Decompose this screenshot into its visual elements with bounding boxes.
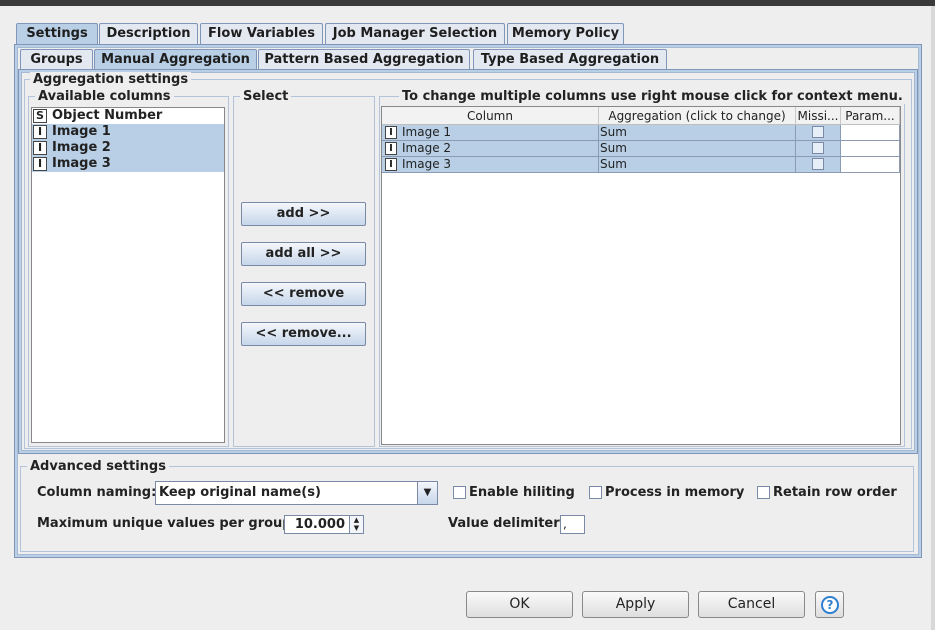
aggregation-cell[interactable]: Sum bbox=[599, 125, 796, 141]
table-row[interactable]: I Image 1 Sum bbox=[382, 125, 900, 141]
retain-row-order-label[interactable]: Retain row order bbox=[773, 485, 897, 501]
available-columns-list[interactable]: S Object Number I Image 1 I Image 2 I Im… bbox=[31, 107, 225, 443]
image-type-icon: I bbox=[385, 158, 397, 171]
parameter-header[interactable]: Param... bbox=[841, 107, 900, 125]
available-columns-title: Available columns bbox=[35, 89, 174, 104]
window-titlebar bbox=[0, 0, 935, 6]
image-type-icon: I bbox=[33, 125, 47, 139]
list-item[interactable]: I Image 2 bbox=[32, 140, 224, 156]
add-all-button[interactable]: add all >> bbox=[241, 242, 366, 266]
tab-flow-variables[interactable]: Flow Variables bbox=[200, 23, 323, 45]
table-row[interactable]: I Image 3 Sum bbox=[382, 157, 900, 173]
column-cell-text: Image 2 bbox=[402, 141, 452, 155]
image-type-icon: I bbox=[385, 126, 397, 139]
tab-groups[interactable]: Groups bbox=[20, 49, 93, 71]
missing-checkbox[interactable] bbox=[812, 142, 824, 154]
missing-checkbox[interactable] bbox=[812, 158, 824, 170]
tab-manual-aggregation[interactable]: Manual Aggregation bbox=[94, 49, 257, 71]
select-title: Select bbox=[240, 89, 292, 104]
advanced-settings-group bbox=[20, 466, 914, 552]
column-cell[interactable]: I Image 3 bbox=[382, 157, 599, 173]
tab-type-based-aggregation[interactable]: Type Based Aggregation bbox=[473, 49, 667, 71]
list-item[interactable]: I Image 3 bbox=[32, 156, 224, 172]
window-edge bbox=[931, 6, 935, 630]
help-button[interactable]: ? bbox=[815, 591, 844, 618]
help-icon: ? bbox=[821, 596, 839, 614]
aggregation-cell[interactable]: Sum bbox=[599, 141, 796, 157]
column-cell[interactable]: I Image 2 bbox=[382, 141, 599, 157]
process-in-memory-checkbox[interactable] bbox=[589, 486, 602, 499]
parameter-cell[interactable] bbox=[841, 125, 900, 141]
column-name: Image 1 bbox=[52, 124, 111, 139]
image-type-icon: I bbox=[33, 157, 47, 171]
column-naming-value: Keep original name(s) bbox=[159, 485, 321, 500]
image-type-icon: I bbox=[385, 142, 397, 155]
add-button[interactable]: add >> bbox=[241, 202, 366, 226]
parameter-cell[interactable] bbox=[841, 157, 900, 173]
cancel-button[interactable]: Cancel bbox=[698, 591, 805, 618]
list-item[interactable]: S Object Number bbox=[32, 108, 224, 124]
column-name: Image 2 bbox=[52, 140, 111, 155]
value-delimiter-label: Value delimiter bbox=[448, 516, 560, 531]
ok-button[interactable]: OK bbox=[466, 591, 573, 618]
aggregation-header[interactable]: Aggregation (click to change) bbox=[599, 107, 796, 125]
aggregation-table-hint: To change multiple columns use right mou… bbox=[399, 89, 906, 104]
missing-cell[interactable] bbox=[796, 125, 841, 141]
max-unique-values-spinner[interactable]: 10.000 ▲ ▼ bbox=[284, 515, 364, 534]
column-name: Image 3 bbox=[52, 156, 111, 171]
spinner-arrows-icon[interactable]: ▲ ▼ bbox=[349, 516, 363, 533]
tab-settings[interactable]: Settings bbox=[16, 23, 98, 45]
aggregation-cell[interactable]: Sum bbox=[599, 157, 796, 173]
image-type-icon: I bbox=[33, 141, 47, 155]
advanced-settings-title: Advanced settings bbox=[27, 459, 169, 474]
missing-cell[interactable] bbox=[796, 157, 841, 173]
tab-memory-policy[interactable]: Memory Policy bbox=[507, 23, 624, 45]
parameter-cell[interactable] bbox=[841, 141, 900, 157]
select-group bbox=[233, 96, 375, 447]
missing-checkbox[interactable] bbox=[812, 126, 824, 138]
tab-description[interactable]: Description bbox=[99, 23, 198, 45]
enable-hiliting-checkbox[interactable] bbox=[453, 486, 466, 499]
tab-pattern-based-aggregation[interactable]: Pattern Based Aggregation bbox=[258, 49, 470, 71]
value-delimiter-input[interactable]: , bbox=[560, 515, 585, 534]
enable-hiliting-label[interactable]: Enable hiliting bbox=[469, 485, 575, 501]
list-item[interactable]: I Image 1 bbox=[32, 124, 224, 140]
missing-header[interactable]: Missi... bbox=[796, 107, 841, 125]
remove-button[interactable]: << remove bbox=[241, 282, 366, 306]
apply-button[interactable]: Apply bbox=[582, 591, 689, 618]
max-unique-values-value: 10.000 bbox=[294, 517, 345, 532]
retain-row-order-checkbox[interactable] bbox=[757, 486, 770, 499]
column-cell-text: Image 1 bbox=[402, 125, 452, 139]
column-naming-select[interactable]: Keep original name(s) ▼ bbox=[155, 481, 438, 505]
chevron-down-icon[interactable]: ▼ bbox=[417, 482, 437, 504]
column-header[interactable]: Column bbox=[382, 107, 599, 125]
aggregation-settings-title: Aggregation settings bbox=[30, 72, 192, 87]
table-row[interactable]: I Image 2 Sum bbox=[382, 141, 900, 157]
process-in-memory-label[interactable]: Process in memory bbox=[605, 485, 744, 501]
string-type-icon: S bbox=[33, 109, 47, 123]
max-unique-values-label: Maximum unique values per group bbox=[37, 516, 292, 531]
column-name: Object Number bbox=[52, 108, 163, 123]
aggregation-table[interactable]: Column Aggregation (click to change) Mis… bbox=[381, 106, 901, 445]
column-naming-label: Column naming: bbox=[37, 485, 157, 500]
table-header: Column Aggregation (click to change) Mis… bbox=[382, 107, 900, 125]
remove-all-button[interactable]: << remove... bbox=[241, 322, 366, 346]
tab-job-manager-selection[interactable]: Job Manager Selection bbox=[325, 23, 505, 45]
column-cell[interactable]: I Image 1 bbox=[382, 125, 599, 141]
missing-cell[interactable] bbox=[796, 141, 841, 157]
column-cell-text: Image 3 bbox=[402, 157, 452, 171]
